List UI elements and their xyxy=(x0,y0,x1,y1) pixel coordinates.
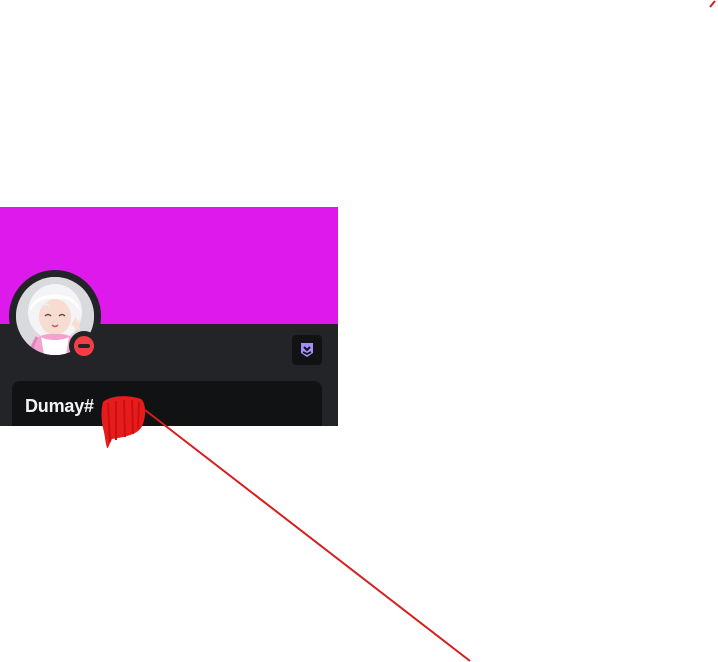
nitro-badge-button[interactable] xyxy=(292,335,322,365)
do-not-disturb-status-icon xyxy=(74,336,94,356)
screenshot-canvas: Dumay # xyxy=(0,0,718,662)
discriminator-hash: # xyxy=(84,396,94,416)
status-minus-bar xyxy=(78,344,90,348)
profile-info-panel: Dumay # xyxy=(12,381,322,426)
annotation-corner-mark xyxy=(709,0,716,8)
status-indicator xyxy=(69,331,99,361)
username: Dumay xyxy=(25,396,85,416)
user-profile-card: Dumay # xyxy=(0,207,338,426)
username-row: Dumay # xyxy=(25,396,94,417)
redaction-scribble xyxy=(101,396,146,449)
nitro-badge-icon xyxy=(301,343,313,357)
